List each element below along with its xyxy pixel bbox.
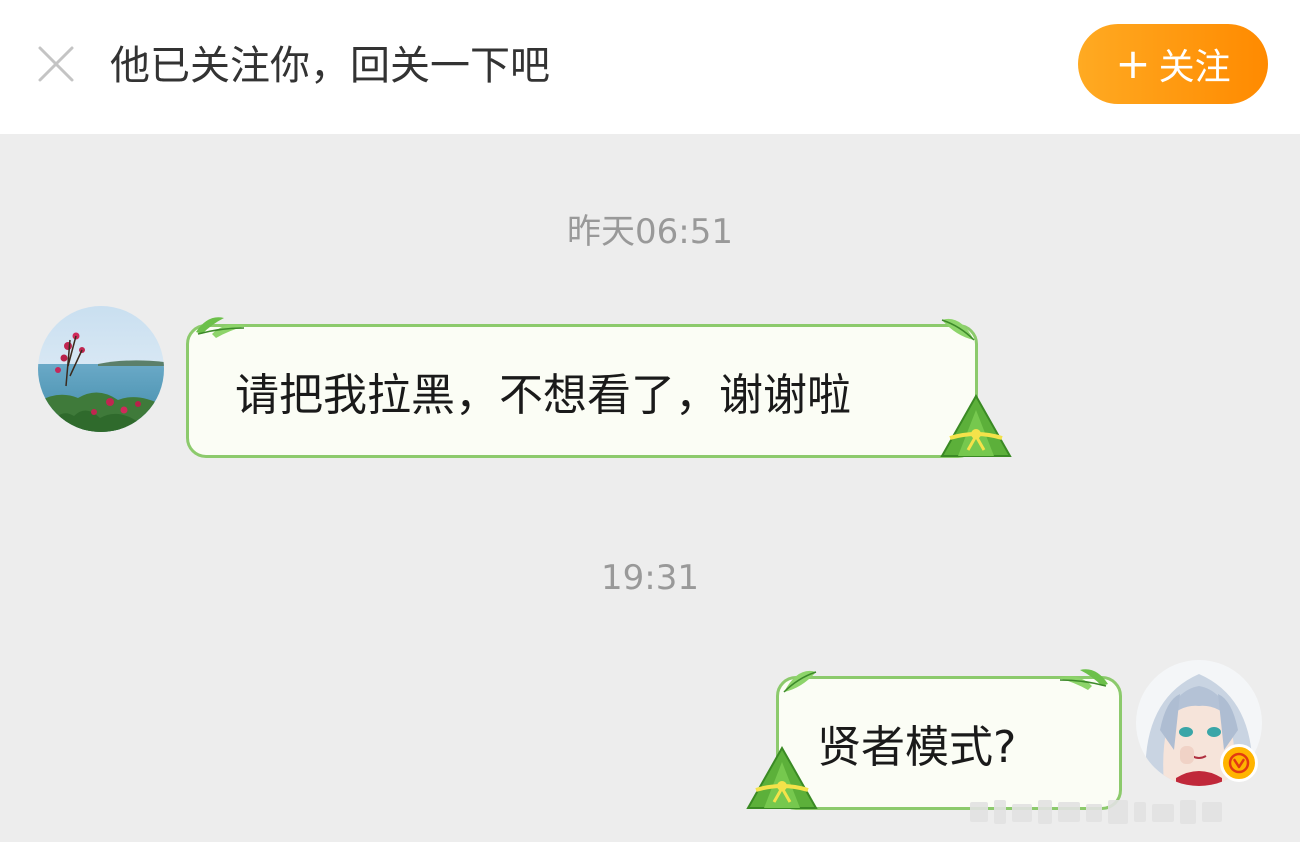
verified-badge — [1220, 744, 1258, 782]
follow-button[interactable]: + 关注 — [1078, 24, 1268, 104]
follow-back-banner: 他已关注你，回关一下吧 + 关注 — [0, 0, 1300, 134]
message-timestamp: 19:31 — [601, 558, 699, 598]
follow-button-label: 关注 — [1158, 47, 1231, 88]
watermark-blur — [970, 800, 1222, 824]
message-text: 贤者模式? — [817, 722, 1017, 773]
close-button[interactable] — [34, 42, 78, 86]
sender-avatar[interactable] — [38, 306, 164, 432]
verified-v-icon — [1228, 752, 1250, 774]
plus-icon: + — [1115, 39, 1151, 88]
landscape-avatar-image — [38, 306, 164, 432]
follow-back-hint: 他已关注你，回关一下吧 — [110, 43, 550, 89]
close-icon — [38, 46, 74, 82]
incoming-message-bubble[interactable]: 请把我拉黑，不想看了，谢谢啦 — [186, 324, 978, 458]
message-text: 请把我拉黑，不想看了，谢谢啦 — [235, 370, 851, 421]
my-avatar[interactable] — [1136, 660, 1262, 786]
message-timestamp: 昨天06:51 — [567, 212, 733, 252]
